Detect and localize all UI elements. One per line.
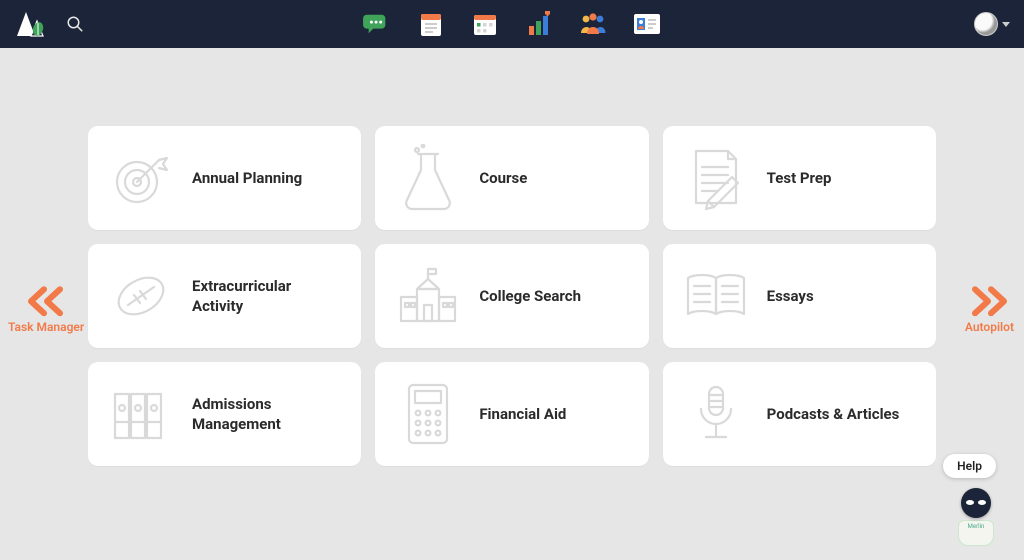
calculator-icon [393, 381, 463, 447]
community-icon[interactable] [578, 9, 608, 39]
main-stage: Task Manager Autopilot Annual Planning [0, 48, 1024, 560]
card-podcasts[interactable]: Podcasts & Articles [663, 362, 936, 466]
card-course[interactable]: Course [375, 126, 648, 230]
module-grid: Annual Planning Course Te [88, 126, 936, 466]
id-card-icon[interactable] [632, 9, 662, 39]
card-label: Course [479, 168, 527, 188]
bot-head-icon [961, 488, 991, 518]
open-book-icon [681, 268, 751, 324]
notes-icon[interactable] [416, 9, 446, 39]
binders-icon [106, 382, 176, 446]
bot-body: Merlin [958, 520, 994, 546]
card-label: Admissions Management [192, 394, 343, 435]
card-admissions[interactable]: Admissions Management [88, 362, 361, 466]
chevron-down-icon [1002, 22, 1010, 27]
chevrons-left-icon [24, 286, 68, 316]
card-extracurricular[interactable]: Extracurricular Activity [88, 244, 361, 348]
avatar [974, 12, 998, 36]
card-test-prep[interactable]: Test Prep [663, 126, 936, 230]
nav-prev-label: Task Manager [8, 320, 84, 334]
card-college-search[interactable]: College Search [375, 244, 648, 348]
chat-icon[interactable] [362, 9, 392, 39]
help-bot[interactable]: Merlin [954, 488, 998, 546]
app-logo[interactable] [14, 9, 48, 39]
target-icon [106, 146, 176, 210]
chevrons-right-icon [967, 286, 1011, 316]
microphone-icon [681, 381, 751, 447]
nav-prev[interactable]: Task Manager [8, 286, 84, 334]
nav-next[interactable]: Autopilot [965, 286, 1014, 334]
nav-next-label: Autopilot [965, 320, 1014, 334]
card-annual-planning[interactable]: Annual Planning [88, 126, 361, 230]
school-building-icon [393, 261, 463, 331]
user-menu[interactable] [974, 12, 1010, 36]
notepad-pencil-icon [681, 145, 751, 211]
card-label: Test Prep [767, 168, 832, 188]
help-bubble-label: Help [957, 459, 982, 473]
search-icon[interactable] [66, 15, 84, 33]
topbar-center-nav [362, 0, 662, 48]
card-label: Podcasts & Articles [767, 404, 900, 424]
football-icon [106, 265, 176, 327]
card-label: Extracurricular Activity [192, 276, 343, 317]
help-bubble[interactable]: Help [943, 454, 996, 478]
top-navbar [0, 0, 1024, 48]
card-label: College Search [479, 286, 581, 306]
flask-icon [393, 144, 463, 212]
bot-name-label: Merlin [968, 523, 985, 530]
card-financial-aid[interactable]: Financial Aid [375, 362, 648, 466]
stats-icon[interactable] [524, 9, 554, 39]
card-label: Annual Planning [192, 168, 302, 188]
calendar-icon[interactable] [470, 9, 500, 39]
card-essays[interactable]: Essays [663, 244, 936, 348]
card-label: Financial Aid [479, 404, 566, 424]
card-label: Essays [767, 286, 814, 306]
